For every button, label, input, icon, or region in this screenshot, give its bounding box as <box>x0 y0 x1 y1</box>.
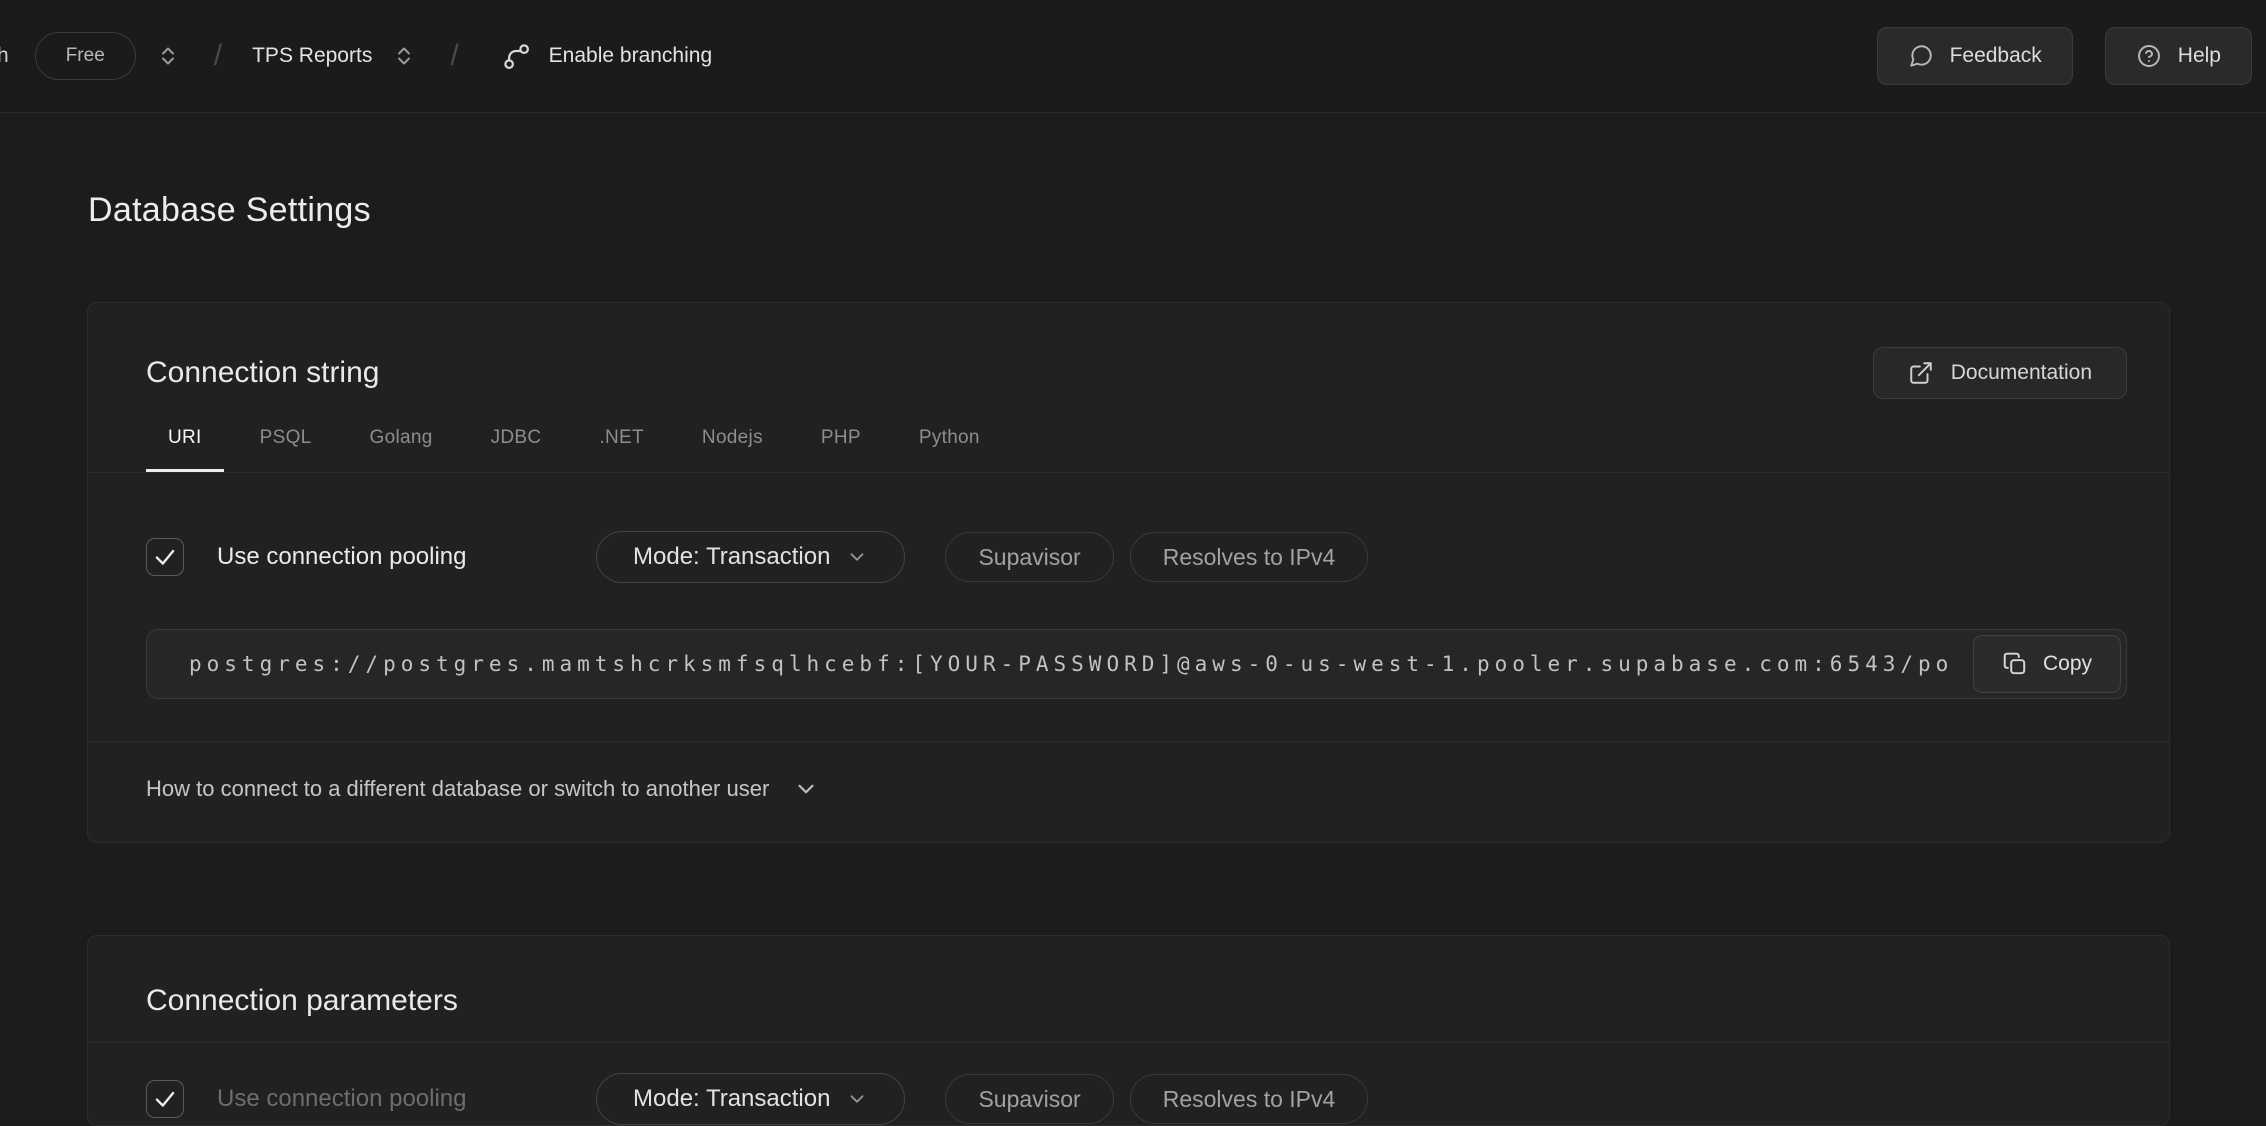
pooling-mode-label: Mode: Transaction <box>633 1085 830 1113</box>
documentation-button-label: Documentation <box>1951 361 2092 385</box>
enable-branching-button[interactable]: Enable branching <box>501 41 712 71</box>
plan-badge-label: Free <box>66 45 105 67</box>
connect-help-label: How to connect to a different database o… <box>146 776 769 802</box>
tab-python[interactable]: Python <box>897 425 1002 472</box>
tab-psql[interactable]: PSQL <box>238 425 334 472</box>
documentation-button[interactable]: Documentation <box>1873 347 2127 399</box>
tab-golang[interactable]: Golang <box>348 425 455 472</box>
resolves-to-ipv4-badge: Resolves to IPv4 <box>1130 1074 1369 1124</box>
chevron-down-icon <box>793 776 819 802</box>
feedback-bubble-icon <box>1908 43 1934 69</box>
pooling-mode-dropdown[interactable]: Mode: Transaction <box>596 1073 905 1125</box>
feedback-button-label: Feedback <box>1950 44 2042 68</box>
settings-page: Database Settings Connection string Docu… <box>0 191 2266 1126</box>
project-switcher-chevrons-icon[interactable] <box>388 40 420 72</box>
copy-button[interactable]: Copy <box>1973 635 2121 693</box>
connection-parameters-title: Connection parameters <box>146 984 458 1018</box>
external-link-icon <box>1908 360 1934 386</box>
tab-jdbc[interactable]: JDBC <box>469 425 564 472</box>
tab-nodejs[interactable]: Nodejs <box>680 425 785 472</box>
page-title: Database Settings <box>88 191 2170 230</box>
pooling-row: Use connection pooling Mode: Transaction… <box>146 531 2127 583</box>
connection-parameters-header: Connection parameters <box>88 936 2169 1042</box>
connection-parameters-body: Use connection pooling Mode: Transaction… <box>88 1043 2169 1125</box>
pooling-mode-label: Mode: Transaction <box>633 543 830 571</box>
chevron-down-icon <box>846 546 868 568</box>
connection-string-header: Connection string Documentation <box>88 303 2169 399</box>
check-icon <box>152 1086 178 1112</box>
tab-php[interactable]: PHP <box>799 425 883 472</box>
breadcrumb-separator: / <box>450 39 458 73</box>
use-connection-pooling-label: Use connection pooling <box>217 1085 596 1113</box>
breadcrumb-separator: / <box>214 39 222 73</box>
feedback-button[interactable]: Feedback <box>1877 27 2073 85</box>
chevron-down-icon <box>846 1088 868 1110</box>
connection-uri-value[interactable]: postgres://postgres.mamtshcrksmfsqlhcebf… <box>146 629 2127 699</box>
connection-string-body: Use connection pooling Mode: Transaction… <box>88 473 2169 699</box>
connection-type-tabs: URI PSQL Golang JDBC .NET Nodejs PHP Pyt… <box>88 425 2169 473</box>
connection-string-card: Connection string Documentation URI PSQL… <box>87 302 2170 843</box>
pooling-row: Use connection pooling Mode: Transaction… <box>146 1073 2127 1125</box>
resolves-to-ipv4-badge: Resolves to IPv4 <box>1130 532 1369 582</box>
use-connection-pooling-checkbox[interactable] <box>146 1080 184 1118</box>
truncated-breadcrumb-text: h <box>0 44 9 68</box>
help-button-label: Help <box>2178 44 2221 68</box>
copy-icon <box>2002 651 2028 677</box>
topbar-actions: Feedback Help <box>1877 27 2252 85</box>
org-switcher-chevrons-icon[interactable] <box>152 40 184 72</box>
tab-dotnet[interactable]: .NET <box>577 425 665 472</box>
supavisor-badge: Supavisor <box>945 1074 1113 1124</box>
git-branch-icon <box>501 41 531 71</box>
connection-string-title: Connection string <box>146 356 379 390</box>
copy-button-label: Copy <box>2043 652 2092 676</box>
pooling-mode-dropdown[interactable]: Mode: Transaction <box>596 531 905 583</box>
supavisor-badge: Supavisor <box>945 532 1113 582</box>
connection-parameters-card: Connection parameters Use connection poo… <box>87 935 2170 1126</box>
plan-badge[interactable]: Free <box>35 32 136 80</box>
connection-uri-row: postgres://postgres.mamtshcrksmfsqlhcebf… <box>146 629 2127 699</box>
use-connection-pooling-label: Use connection pooling <box>217 543 596 571</box>
connect-help-collapsible[interactable]: How to connect to a different database o… <box>88 742 2169 842</box>
top-navigation-bar: h Free / TPS Reports / Enable branching <box>0 0 2266 113</box>
use-connection-pooling-checkbox[interactable] <box>146 538 184 576</box>
help-circle-icon <box>2136 43 2162 69</box>
enable-branching-label: Enable branching <box>549 44 712 68</box>
check-icon <box>152 544 178 570</box>
tab-uri[interactable]: URI <box>146 425 224 472</box>
project-name[interactable]: TPS Reports <box>252 44 372 68</box>
help-button[interactable]: Help <box>2105 27 2252 85</box>
